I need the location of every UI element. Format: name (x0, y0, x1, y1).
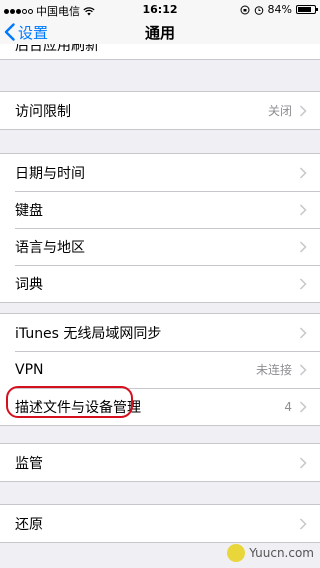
alarm-icon (254, 5, 263, 15)
chevron-right-icon (299, 400, 307, 413)
row-dictionary[interactable]: 词典 (0, 265, 320, 302)
chevron-right-icon (299, 240, 307, 253)
chevron-right-icon (299, 203, 307, 216)
battery-percent: 84% (267, 3, 292, 16)
chevron-right-icon (299, 104, 307, 117)
watermark-text: Yuucn.com (249, 546, 314, 560)
status-bar: 中国电信 16:12 84% (0, 0, 320, 20)
row-label: 监管 (15, 455, 43, 472)
watermark-logo-icon (227, 544, 246, 562)
row-label: 描述文件与设备管理 (15, 399, 141, 416)
chevron-right-icon (299, 277, 307, 290)
partial-row-label: 后台应用刷新 (15, 44, 99, 54)
chevron-right-icon (299, 363, 307, 376)
settings-group-locale: 日期与时间 键盘 语言与地区 词典 (0, 153, 320, 303)
row-itunes-wifi-sync[interactable]: iTunes 无线局域网同步 (0, 314, 320, 351)
chevron-right-icon (299, 517, 307, 530)
row-label: VPN (15, 361, 44, 378)
chevron-right-icon (299, 456, 307, 469)
row-value: 4 (284, 399, 292, 414)
row-supervision[interactable]: 监管 (0, 444, 320, 481)
page-title: 通用 (144, 24, 175, 42)
row-value: 未连接 (255, 363, 292, 377)
orientation-lock-icon (240, 5, 250, 14)
settings-general-screen: 中国电信 16:12 84% 设置 通用 后台应用刷新 访问限制 关闭 日期与时… (0, 0, 320, 568)
row-label: 词典 (15, 276, 43, 293)
row-label: 语言与地区 (15, 239, 85, 256)
row-vpn[interactable]: VPN 未连接 (0, 351, 320, 388)
settings-group-restrictions: 访问限制 关闭 (0, 91, 320, 130)
row-label: iTunes 无线局域网同步 (15, 325, 162, 342)
partial-row-background-refresh[interactable]: 后台应用刷新 (0, 44, 320, 60)
row-profiles-device-management[interactable]: 描述文件与设备管理 4 (0, 388, 320, 425)
chevron-right-icon (299, 166, 307, 179)
settings-group-reset: 还原 (0, 504, 320, 543)
chevron-right-icon (299, 326, 307, 339)
battery-icon (296, 5, 318, 14)
row-language-region[interactable]: 语言与地区 (0, 228, 320, 265)
row-restrictions[interactable]: 访问限制 关闭 (0, 92, 320, 129)
row-date-time[interactable]: 日期与时间 (0, 154, 320, 191)
row-label: 还原 (15, 516, 43, 533)
status-right: 84% (240, 3, 318, 16)
row-label: 键盘 (15, 202, 43, 219)
watermark: Yuucn.com (227, 544, 314, 562)
settings-group-supervision: 监管 (0, 443, 320, 482)
navigation-bar: 设置 通用 (0, 20, 320, 44)
row-label: 日期与时间 (15, 165, 85, 182)
row-value: 关闭 (267, 104, 292, 118)
settings-group-network: iTunes 无线局域网同步 VPN 未连接 描述文件与设备管理 4 (0, 313, 320, 426)
battery-fill (298, 7, 312, 12)
row-reset[interactable]: 还原 (0, 505, 320, 542)
row-label: 访问限制 (15, 103, 71, 120)
row-keyboard[interactable]: 键盘 (0, 191, 320, 228)
